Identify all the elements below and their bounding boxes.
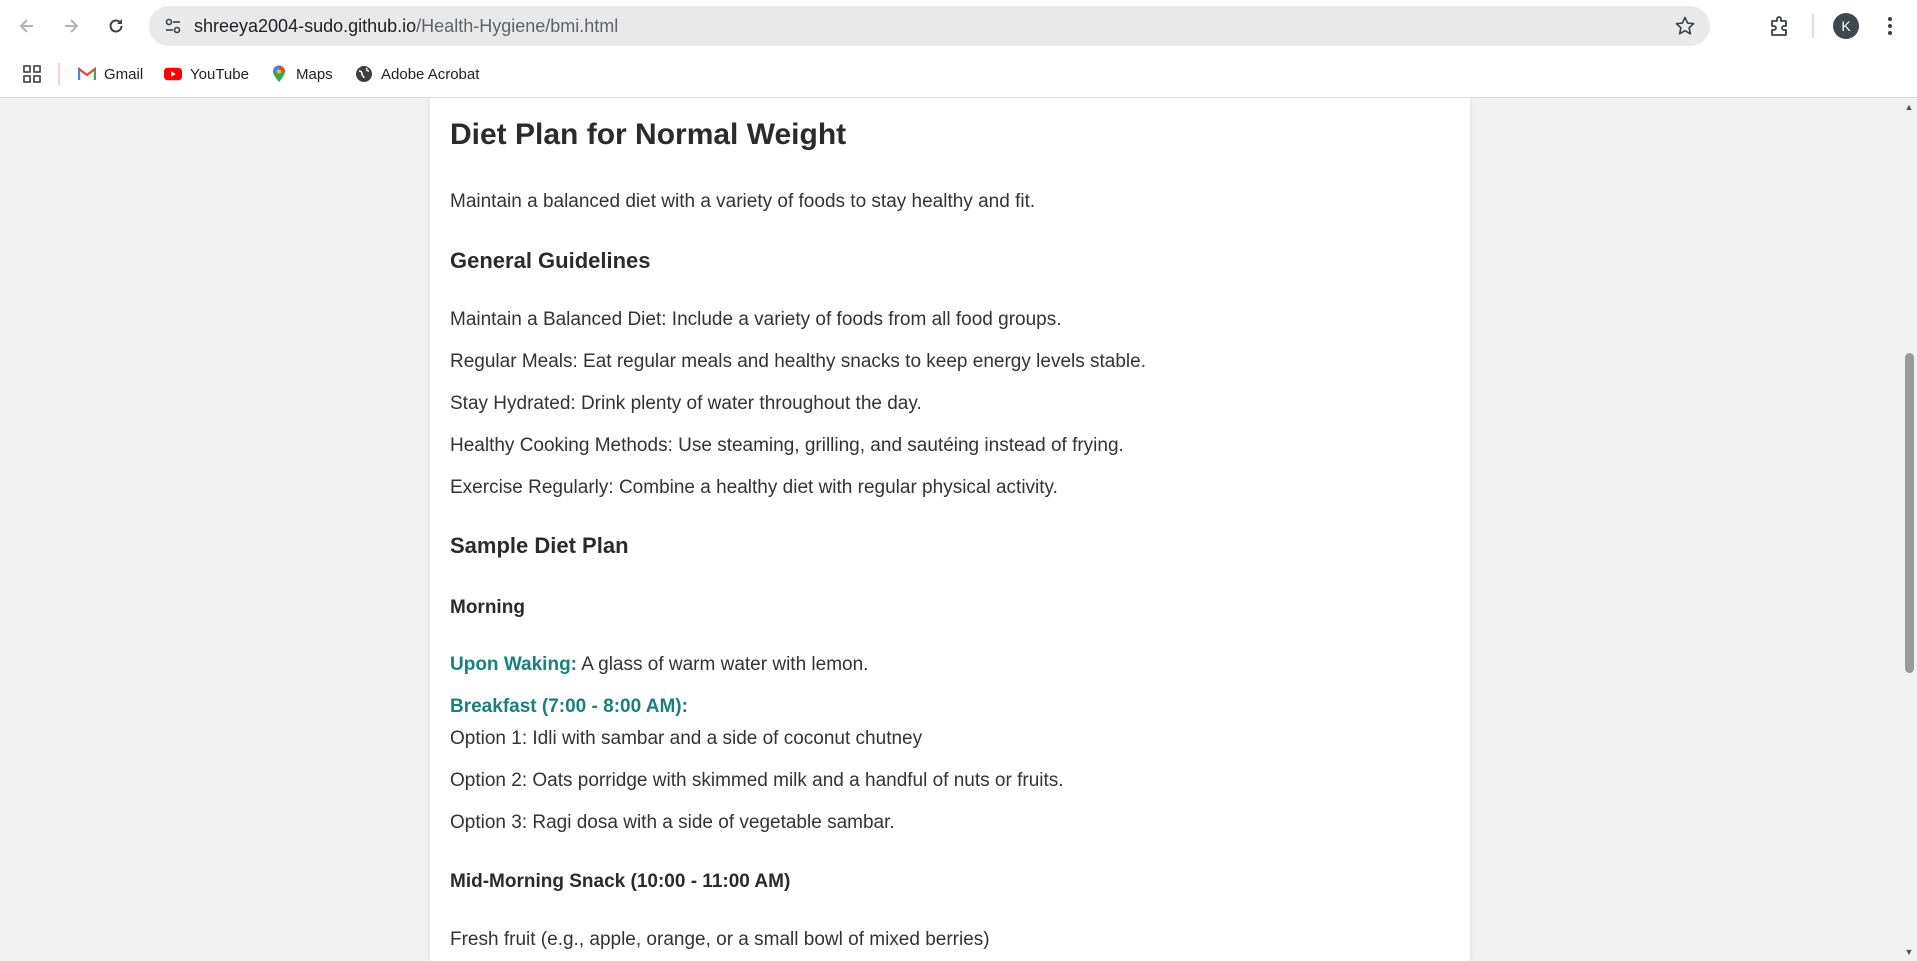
sample-plan-heading: Sample Diet Plan [450, 533, 629, 558]
bookmark-label: Adobe Acrobat [381, 65, 480, 83]
upon-waking-line: Upon Waking: A glass of warm water with … [450, 654, 868, 676]
toolbar-divider [1812, 14, 1814, 38]
gmail-icon [78, 65, 96, 83]
guideline-item: Regular Meals: Eat regular meals and hea… [450, 351, 1146, 372]
bookmark-maps[interactable]: Maps [270, 62, 333, 86]
snack-text: Fresh fruit (e.g., apple, orange, or a s… [450, 929, 990, 950]
arrow-left-icon [19, 19, 33, 33]
maps-icon [270, 65, 288, 83]
mid-morning-snack-heading: Mid-Morning Snack (10:00 - 11:00 AM) [450, 871, 791, 892]
guideline-item: Healthy Cooking Methods: Use steaming, g… [450, 435, 1124, 456]
globe-icon [355, 65, 373, 83]
bookmark-star-icon[interactable] [1674, 15, 1696, 37]
guideline-item: Maintain a Balanced Diet: Include a vari… [450, 309, 1062, 330]
apps-grid-icon[interactable] [22, 64, 42, 84]
guidelines-heading: General Guidelines [450, 248, 651, 273]
more-menu-icon[interactable] [1880, 12, 1900, 40]
forward-button[interactable] [58, 13, 84, 39]
upon-waking-label: Upon Waking: [450, 654, 577, 675]
scroll-up-arrow-icon[interactable]: ▲ [1904, 102, 1914, 112]
vertical-scrollbar[interactable]: ▲ ▼ [1901, 98, 1917, 961]
reload-button[interactable] [103, 13, 129, 39]
youtube-icon [164, 65, 182, 83]
bookmark-label: YouTube [190, 65, 249, 83]
bookmarks-divider [58, 63, 60, 85]
address-bar[interactable]: shreeya2004-sudo.github.io/Health-Hygien… [149, 6, 1710, 46]
page-viewport: Diet Plan for Normal Weight Maintain a b… [0, 98, 1901, 961]
url-text[interactable]: shreeya2004-sudo.github.io/Health-Hygien… [194, 16, 618, 37]
upon-waking-text: A glass of warm water with lemon. [577, 654, 869, 675]
arrow-right-icon [65, 19, 79, 33]
breakfast-option: Option 3: Ragi dosa with a side of veget… [450, 812, 895, 833]
scrollbar-thumb[interactable] [1905, 353, 1914, 673]
back-button[interactable] [14, 13, 40, 39]
guideline-item: Stay Hydrated: Drink plenty of water thr… [450, 393, 922, 414]
bookmark-adobe-acrobat[interactable]: Adobe Acrobat [355, 62, 479, 86]
extensions-puzzle-icon[interactable] [1766, 12, 1794, 40]
guideline-item: Exercise Regularly: Combine a healthy di… [450, 477, 1058, 498]
browser-toolbar: shreeya2004-sudo.github.io/Health-Hygien… [0, 0, 1917, 52]
morning-heading: Morning [450, 597, 525, 618]
breakfast-option: Option 1: Idli with sambar and a side of… [450, 728, 923, 749]
page-title: Diet Plan for Normal Weight [450, 118, 847, 151]
bookmark-gmail[interactable]: Gmail [78, 62, 143, 86]
scroll-down-arrow-icon[interactable]: ▼ [1904, 947, 1914, 957]
breakfast-label: Breakfast (7:00 - 8:00 AM): [450, 696, 688, 717]
bookmark-youtube[interactable]: YouTube [164, 62, 249, 86]
bookmark-label: Maps [296, 65, 333, 83]
url-host: shreeya2004-sudo.github.io [194, 16, 417, 36]
intro-text: Maintain a balanced diet with a variety … [450, 191, 1036, 212]
reload-icon [109, 19, 123, 33]
bookmarks-bar: Gmail YouTube Maps Adobe Acrobat [0, 52, 1917, 98]
site-info-icon[interactable] [161, 14, 185, 38]
profile-avatar[interactable]: K [1833, 13, 1859, 39]
bookmark-label: Gmail [104, 65, 144, 83]
url-path: /Health-Hygiene/bmi.html [416, 16, 619, 36]
breakfast-option: Option 2: Oats porridge with skimmed mil… [450, 770, 1064, 791]
content-card: Diet Plan for Normal Weight Maintain a b… [430, 98, 1470, 961]
